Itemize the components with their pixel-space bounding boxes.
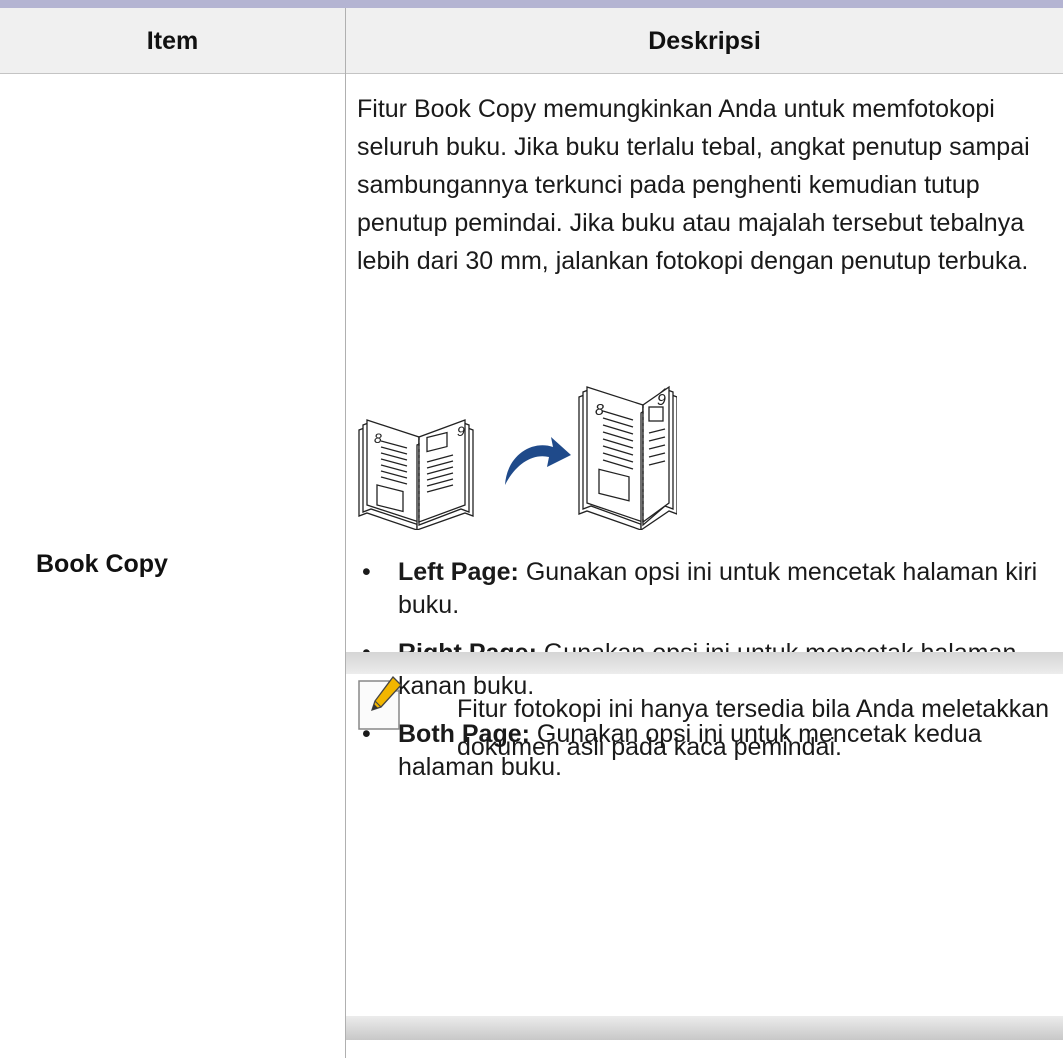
bullet: • — [362, 558, 371, 586]
note-text: Fitur fotokopi ini hanya tersedia bila A… — [457, 695, 1050, 761]
note-box: Fitur fotokopi ini hanya tersedia bila A… — [346, 650, 1063, 1040]
book-copy-table: Item Deskripsi Book Copy Fitur Book Copy… — [0, 0, 1063, 1058]
header-description: Deskripsi — [648, 27, 761, 55]
note-top-bar — [346, 652, 1063, 674]
item-name: Book Copy — [36, 550, 168, 578]
left-page-number: 8 — [374, 430, 382, 446]
book-copy-illustration: 8 9 8 9 — [358, 385, 677, 530]
arrow-right-icon — [505, 437, 571, 485]
header-item: Item — [146, 27, 199, 55]
note-pencil-icon — [358, 676, 402, 730]
option-label: Left Page: — [398, 558, 519, 586]
right-page-number: 9 — [457, 423, 465, 439]
list-item: • Left Page: Gunakan opsi ini untuk menc… — [357, 556, 1057, 622]
item-description: Fitur Book Copy memungkinkan Anda untuk … — [357, 95, 1030, 275]
table-top-rule — [0, 0, 1063, 8]
left-page-number-large: 8 — [595, 402, 604, 419]
note-bottom-bar — [346, 1016, 1063, 1040]
right-page-number-large: 9 — [657, 392, 666, 409]
